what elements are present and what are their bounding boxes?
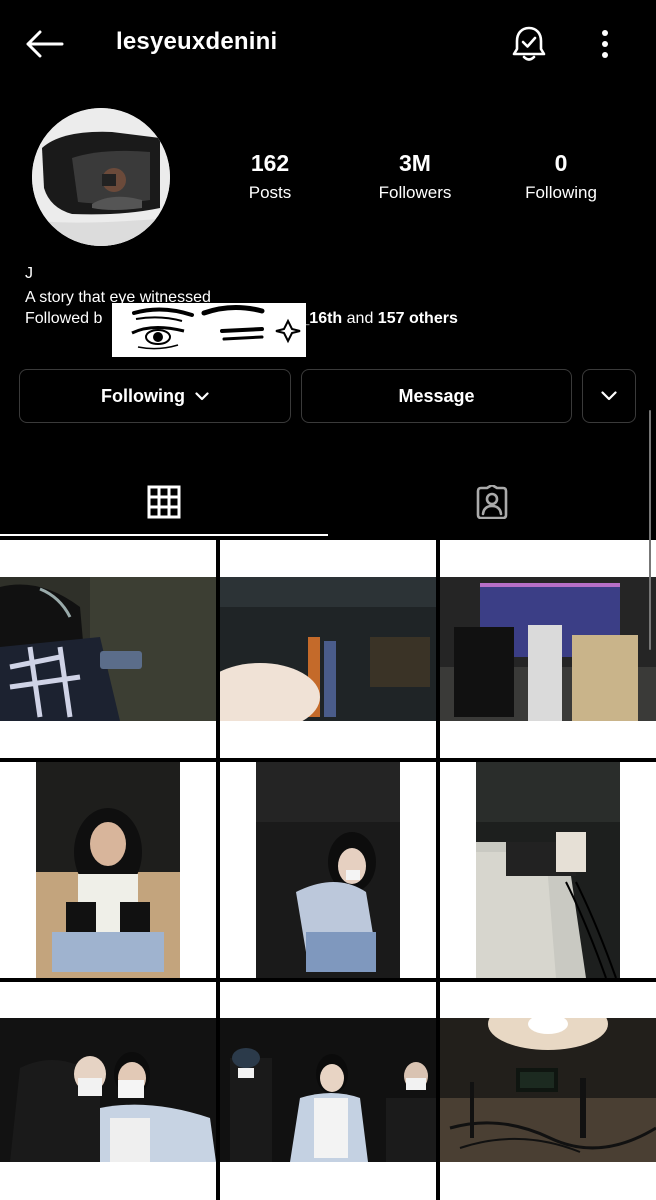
arrow-left-icon: [26, 30, 64, 58]
chevron-down-icon: [601, 391, 617, 401]
followed-by-others: 157 others: [377, 310, 458, 327]
tab-tagged[interactable]: [328, 468, 656, 536]
post-thumbnail[interactable]: [0, 982, 216, 1200]
post-thumbnail[interactable]: [220, 982, 436, 1200]
followed-by-prefix: Followed b: [25, 310, 103, 327]
scrollbar[interactable]: [649, 410, 651, 650]
active-tab-indicator: [0, 534, 328, 536]
profile-username: lesyeuxdenini: [116, 28, 278, 55]
bell-check-icon: [512, 26, 546, 61]
profile-avatar[interactable]: [32, 108, 170, 246]
following-count-value: 0: [554, 150, 568, 176]
chevron-down-icon: [195, 391, 209, 400]
posts-count-value: 162: [250, 150, 290, 176]
posts-grid: [0, 540, 656, 1200]
post-thumbnail[interactable]: [0, 762, 216, 978]
avatar-photo: [32, 108, 170, 246]
message-button-label: Message: [398, 385, 475, 406]
posts-count: 162 Posts: [220, 150, 320, 203]
post-thumbnail[interactable]: [0, 540, 216, 758]
profile-display-name: J: [25, 265, 33, 282]
following-button[interactable]: Following: [19, 369, 291, 423]
post-thumbnail[interactable]: [220, 762, 436, 978]
message-button[interactable]: Message: [301, 369, 572, 423]
following-count[interactable]: 0 Following: [510, 150, 612, 203]
followed-by-and: and: [342, 310, 378, 327]
post-thumbnail[interactable]: [220, 540, 436, 758]
followers-count-label: Followers: [378, 183, 452, 202]
followers-count[interactable]: 3M Followers: [360, 150, 470, 203]
tab-posts-grid[interactable]: [0, 468, 328, 536]
suggested-accounts-button[interactable]: [582, 369, 636, 423]
profile-tabs: [0, 468, 656, 540]
tagged-user-icon: [476, 485, 508, 519]
followers-count-value: 3M: [399, 150, 431, 176]
grid-icon: [147, 485, 181, 519]
following-button-label: Following: [101, 385, 185, 406]
more-vertical-icon: [602, 30, 608, 58]
post-thumbnail[interactable]: [440, 762, 656, 978]
following-count-label: Following: [525, 183, 597, 202]
back-button[interactable]: [20, 24, 68, 64]
redaction-doodle: [112, 303, 306, 357]
post-thumbnail[interactable]: [440, 982, 656, 1200]
post-thumbnail[interactable]: [440, 540, 656, 758]
posts-count-label: Posts: [248, 183, 292, 202]
notifications-button[interactable]: [506, 22, 552, 66]
top-bar: lesyeuxdenini: [0, 0, 656, 88]
more-options-button[interactable]: [588, 22, 622, 66]
